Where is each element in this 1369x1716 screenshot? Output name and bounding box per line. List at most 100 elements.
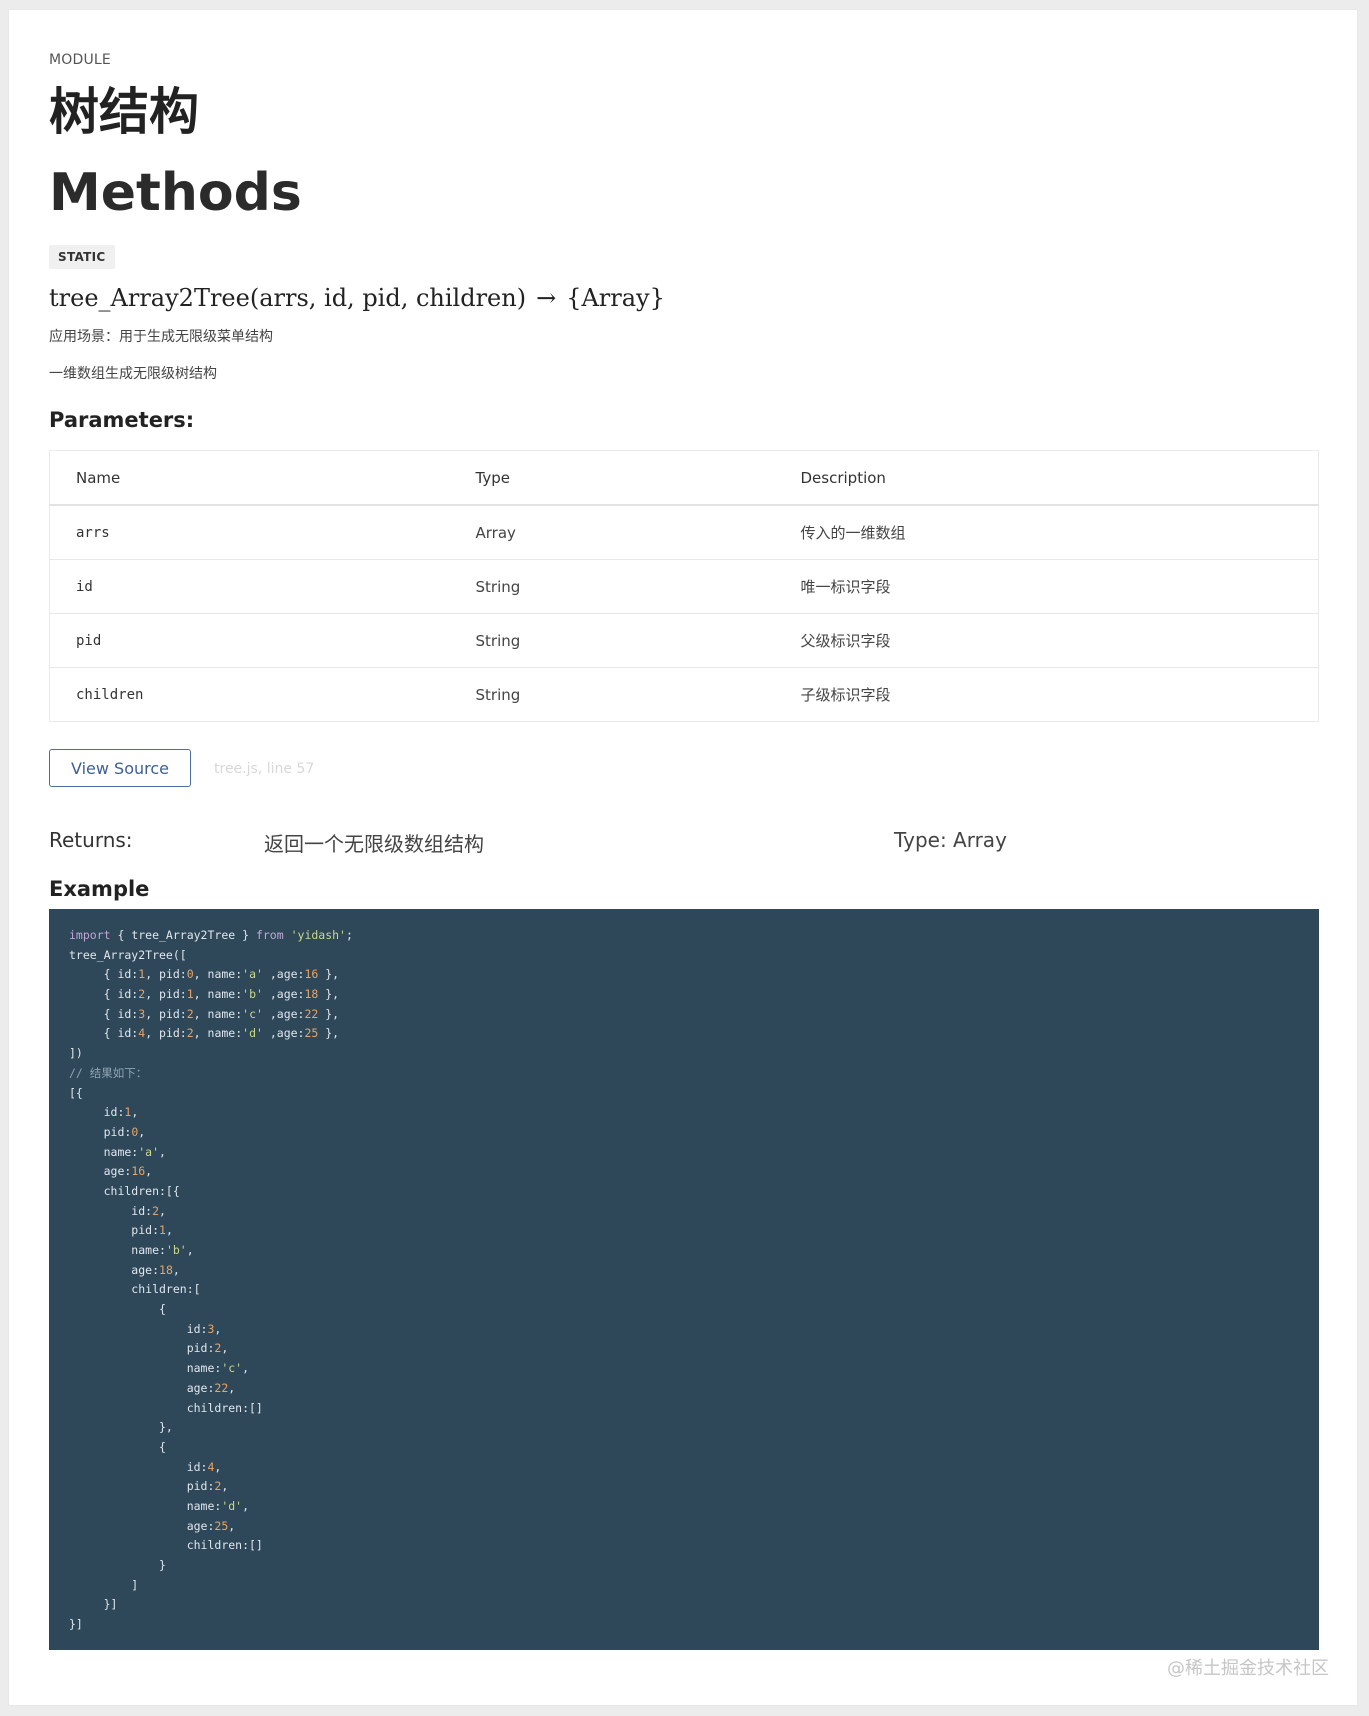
doc-page: MODULE 树结构 Methods STATIC tree_Array2Tre… xyxy=(9,10,1357,1705)
code-token: , xyxy=(145,1164,153,1179)
code-token: }, xyxy=(318,967,340,982)
code-token: , xyxy=(131,1105,139,1120)
column-header-name: Name xyxy=(49,450,450,506)
method-summary-description: 一维数组生成无限级树结构 xyxy=(49,366,217,382)
code-token: 0 xyxy=(186,967,194,982)
code-token: { id: xyxy=(69,1006,139,1021)
table-row: pid String 父级标识字段 xyxy=(49,613,1319,668)
source-reference-link[interactable]: tree.js, line 57 xyxy=(214,761,314,777)
code-line: [{ xyxy=(69,1084,1319,1104)
param-type: String xyxy=(449,559,775,614)
code-token: 'a' xyxy=(242,967,263,982)
method-usage-description: 应用场景：用于生成无限级菜单结构 xyxy=(49,329,273,345)
code-token: , pid: xyxy=(145,987,187,1002)
code-line: children:[] xyxy=(69,1536,1319,1556)
code-line: pid:0, xyxy=(69,1123,1319,1143)
code-token: id: xyxy=(69,1321,208,1336)
code-line: pid:1, xyxy=(69,1221,1319,1241)
code-token: // 结果如下： xyxy=(69,1065,148,1080)
code-token: 'b' xyxy=(242,987,263,1002)
code-token: age: xyxy=(69,1164,132,1179)
code-line: { xyxy=(69,1438,1319,1458)
code-token: 'c' xyxy=(242,1006,263,1021)
code-line: id:3, xyxy=(69,1320,1319,1340)
code-line: id:2, xyxy=(69,1202,1319,1222)
code-token: , xyxy=(242,1361,250,1376)
param-name: children xyxy=(49,667,450,722)
code-token: , name: xyxy=(193,987,243,1002)
returns-description: 返回一个无限级数组结构 xyxy=(264,832,484,856)
code-token: { id: xyxy=(69,1026,139,1041)
code-line: // 结果如下： xyxy=(69,1064,1319,1084)
code-token: tree_Array2Tree([ xyxy=(69,947,187,962)
code-line: { id:3, pid:2, name:'c' ,age:22 }, xyxy=(69,1005,1319,1025)
code-token: children:[{ xyxy=(69,1183,180,1198)
code-line: }] xyxy=(69,1615,1319,1635)
code-token: }, xyxy=(318,1026,340,1041)
code-token: 25 xyxy=(214,1518,229,1533)
code-token: } xyxy=(69,1558,166,1572)
code-token: pid: xyxy=(69,1223,160,1238)
code-token: children:[] xyxy=(69,1538,263,1553)
code-token: , xyxy=(228,1380,236,1395)
param-type: String xyxy=(449,613,775,668)
code-token: name: xyxy=(69,1144,139,1159)
code-token: age: xyxy=(69,1518,215,1533)
code-line: }, xyxy=(69,1418,1319,1438)
code-token: 'd' xyxy=(221,1498,243,1513)
code-line: import { tree_Array2Tree } from 'yidash'… xyxy=(69,926,1319,946)
code-token: children:[] xyxy=(69,1400,263,1415)
code-token: , xyxy=(159,1144,166,1159)
view-source-button[interactable]: View Source xyxy=(49,749,191,787)
code-token: pid: xyxy=(69,1341,215,1356)
code-token: ,age: xyxy=(262,967,305,982)
code-token: , xyxy=(172,1262,180,1277)
code-token: { id: xyxy=(69,987,139,1002)
code-token: , pid: xyxy=(145,967,187,982)
code-token: pid: xyxy=(69,1479,215,1494)
code-line: name:'c', xyxy=(69,1359,1319,1379)
code-line: id:1, xyxy=(69,1103,1319,1123)
code-token: name: xyxy=(69,1361,222,1376)
code-token: , name: xyxy=(193,967,243,982)
code-token: { xyxy=(69,1439,166,1454)
code-token: , xyxy=(138,1124,146,1139)
parameters-heading: Parameters: xyxy=(49,408,195,432)
code-line: age:25, xyxy=(69,1517,1319,1537)
param-description: 传入的一维数组 xyxy=(774,504,1319,560)
code-token: 16 xyxy=(304,967,319,982)
code-token: ]) xyxy=(69,1046,83,1061)
code-line: age:22, xyxy=(69,1379,1319,1399)
code-line: name:'d', xyxy=(69,1497,1319,1517)
static-badge: STATIC xyxy=(49,245,115,269)
code-line: name:'b', xyxy=(69,1241,1319,1261)
code-token: { tree_Array2Tree } xyxy=(110,928,256,942)
code-token: id: xyxy=(69,1203,153,1218)
column-header-description: Description xyxy=(774,450,1319,506)
code-line: pid:2, xyxy=(69,1339,1319,1359)
table-header-row: Name Type Description xyxy=(49,450,1319,506)
code-line: ]) xyxy=(69,1044,1319,1064)
code-line: name:'a', xyxy=(69,1143,1319,1163)
code-token: 'a' xyxy=(138,1144,160,1159)
code-line: } xyxy=(69,1556,1319,1576)
table-row: arrs Array 传入的一维数组 xyxy=(49,504,1319,560)
code-token: pid: xyxy=(69,1124,132,1139)
code-token: , xyxy=(186,1243,194,1257)
code-token: 22 xyxy=(304,1006,319,1021)
method-signature-text: tree_Array2Tree(arrs, id, pid, children) xyxy=(49,284,527,312)
code-token: 'yidash' xyxy=(290,928,346,942)
code-line: age:18, xyxy=(69,1261,1319,1281)
code-line: pid:2, xyxy=(69,1477,1319,1497)
method-signature: tree_Array2Tree(arrs, id, pid, children)… xyxy=(49,284,665,312)
code-token: , xyxy=(214,1321,222,1336)
code-line: { id:2, pid:1, name:'b' ,age:18 }, xyxy=(69,985,1319,1005)
module-label: MODULE xyxy=(49,52,111,68)
code-token: , xyxy=(242,1498,250,1513)
code-line: children:[ xyxy=(69,1280,1319,1300)
code-line: { id:1, pid:0, name:'a' ,age:16 }, xyxy=(69,965,1319,985)
code-line: { id:4, pid:2, name:'d' ,age:25 }, xyxy=(69,1024,1319,1044)
return-arrow-icon: → xyxy=(536,284,557,312)
code-token: }] xyxy=(69,1597,118,1612)
method-return-type: {Array} xyxy=(566,284,665,312)
